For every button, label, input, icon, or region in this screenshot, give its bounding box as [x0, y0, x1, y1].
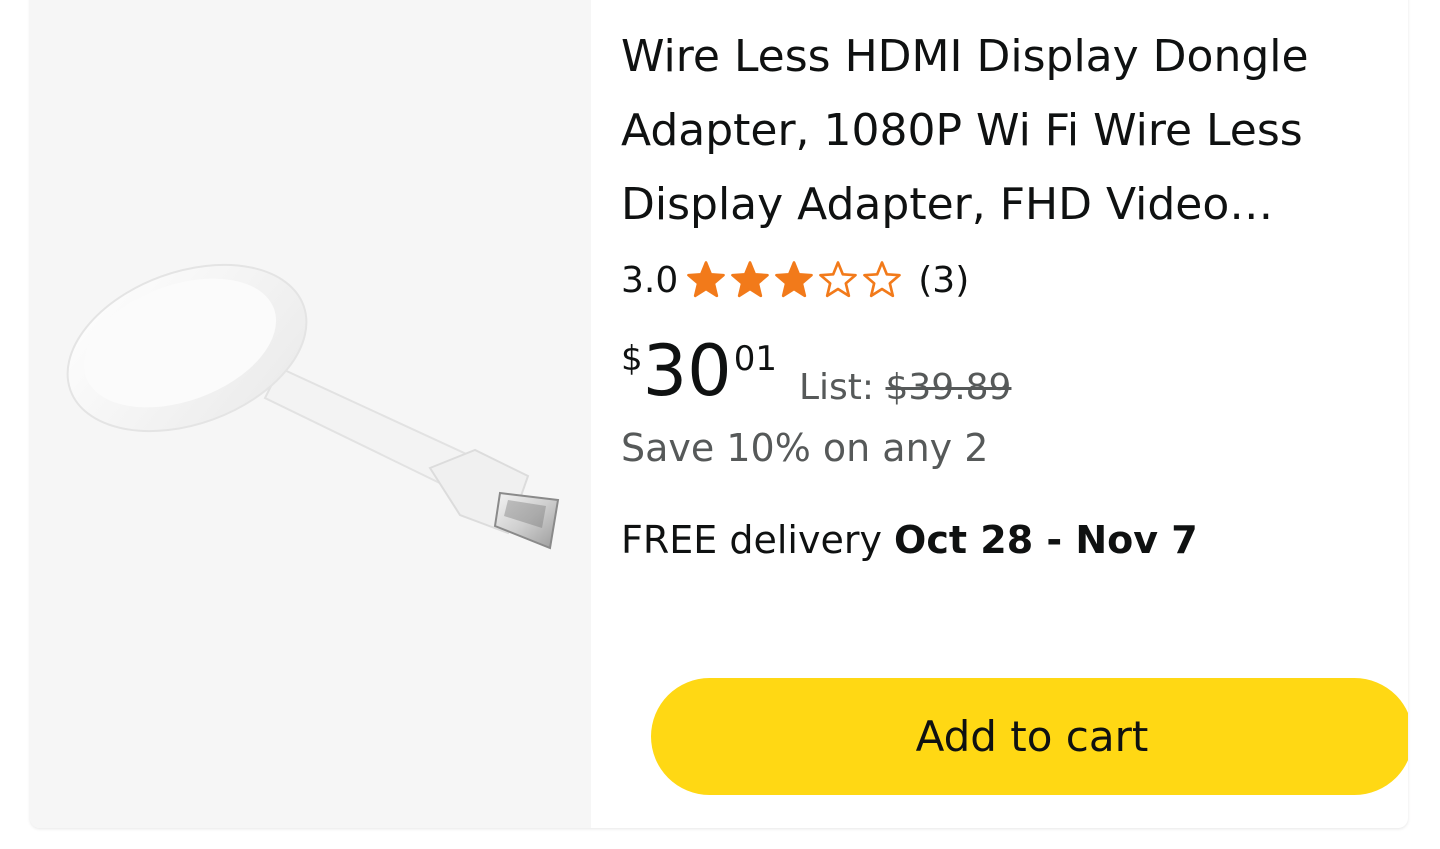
list-price: List: $39.89	[799, 368, 1011, 408]
promo-text: Save 10% on any 2	[621, 426, 989, 470]
add-to-cart-button[interactable]: Add to cart	[651, 678, 1408, 795]
list-price-value: $39.89	[885, 367, 1012, 408]
list-price-label: List:	[798, 367, 875, 408]
hdmi-dongle-icon	[66, 263, 560, 550]
price-fraction: 01	[733, 339, 777, 379]
rating-row[interactable]: 3.0 (3)	[621, 259, 969, 301]
product-card[interactable]: Wire Less HDMI Display Dongle Adapter, 1…	[30, 0, 1408, 828]
rating-count[interactable]: (3)	[918, 260, 969, 301]
star-filled-icon	[687, 261, 726, 298]
price: $ 30 01 List: $39.89	[621, 336, 1011, 408]
product-title[interactable]: Wire Less HDMI Display Dongle Adapter, 1…	[621, 20, 1361, 242]
price-symbol: $	[621, 339, 643, 379]
delivery-info: FREE delivery Oct 28 - Nov 7	[621, 518, 1198, 562]
star-empty-icon	[819, 261, 858, 298]
star-rating	[686, 260, 906, 300]
delivery-prefix: FREE delivery	[621, 518, 882, 562]
rating-value: 3.0	[621, 259, 679, 301]
delivery-date: Oct 28 - Nov 7	[894, 518, 1198, 562]
star-empty-icon	[863, 261, 902, 298]
price-whole: 30	[642, 330, 732, 412]
product-image[interactable]	[30, 0, 591, 828]
star-filled-icon	[731, 261, 770, 298]
star-filled-icon	[775, 261, 814, 298]
